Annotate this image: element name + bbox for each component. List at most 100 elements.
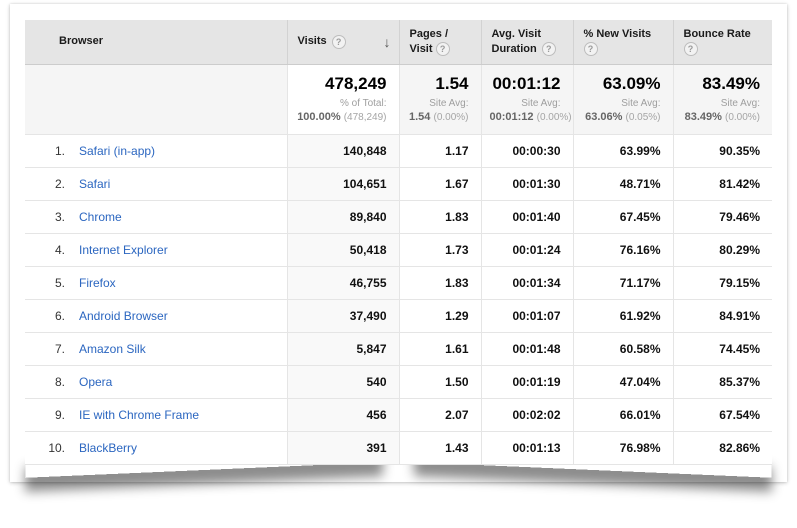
column-header-avg-visit-duration[interactable]: Avg. Visit Duration ?	[481, 20, 573, 64]
browser-link[interactable]: BlackBerry	[79, 441, 137, 455]
pages-per-visit-value: 1.61	[399, 332, 481, 365]
summary-label: Site Avg:	[682, 97, 761, 110]
summary-pages-cell: 1.54 Site Avg: 1.54 (0.00%)	[399, 64, 481, 134]
browser-link[interactable]: Safari	[79, 177, 110, 191]
visits-value: 456	[287, 398, 399, 431]
total-visits: 478,249	[296, 74, 387, 94]
browser-link[interactable]: Chrome	[79, 210, 122, 224]
browser-cell: 2. Safari	[25, 167, 287, 200]
row-rank: 6.	[37, 309, 65, 323]
table-header: Browser Visits ? ↓ Pages / Visit ? Avg. …	[25, 20, 772, 64]
bounce-rate: 83.49%	[682, 74, 761, 94]
row-rank: 8.	[37, 375, 65, 389]
avg-pages-per-visit: 1.54	[408, 74, 469, 94]
pct-new-visits-value: 61.92%	[573, 299, 673, 332]
pct-new-visits: 63.09%	[582, 74, 661, 94]
browser-cell: 1. Safari (in-app)	[25, 134, 287, 167]
row-rank: 2.	[37, 177, 65, 191]
avg-visit-duration-value: 00:02:02	[481, 398, 573, 431]
help-icon[interactable]: ?	[332, 35, 346, 49]
row-rank: 3.	[37, 210, 65, 224]
browser-link[interactable]: Amazon Silk	[79, 342, 146, 356]
pct-new-visits-value: 63.99%	[573, 134, 673, 167]
browser-cell: 7. Amazon Silk	[25, 332, 287, 365]
pct-new-visits-value: 66.01%	[573, 398, 673, 431]
bounce-rate-value: 74.45%	[673, 332, 772, 365]
table-row: 6.Android Browser 37,490 1.29 00:01:07 6…	[25, 299, 772, 332]
bounce-rate-value: 85.37%	[673, 365, 772, 398]
summary-label: Site Avg:	[490, 97, 561, 110]
pages-per-visit-value: 1.83	[399, 266, 481, 299]
visits-value: 391	[287, 431, 399, 464]
help-icon[interactable]: ?	[542, 42, 556, 56]
summary-sub-value: 100.00%	[297, 111, 340, 123]
avg-visit-duration-value: 00:01:34	[481, 266, 573, 299]
table-row: 3.Chrome 89,840 1.83 00:01:40 67.45% 79.…	[25, 200, 772, 233]
browser-cell: 10. BlackBerry	[25, 431, 287, 464]
pct-new-visits-value: 60.58%	[573, 332, 673, 365]
avg-visit-duration-value: 00:01:48	[481, 332, 573, 365]
avg-visit-duration-value: 00:01:24	[481, 233, 573, 266]
help-icon[interactable]: ?	[684, 42, 698, 56]
browser-link[interactable]: Opera	[79, 375, 112, 389]
help-icon[interactable]: ?	[584, 42, 598, 56]
bounce-rate-value: 90.35%	[673, 134, 772, 167]
column-header-pct-new-visits[interactable]: % New Visits ?	[573, 20, 673, 64]
pages-per-visit-value: 1.50	[399, 365, 481, 398]
column-header-bounce-rate[interactable]: Bounce Rate ?	[673, 20, 772, 64]
bounce-rate-value: 81.42%	[673, 167, 772, 200]
row-rank: 7.	[37, 342, 65, 356]
row-rank: 1.	[37, 144, 65, 158]
summary-sub-paren: (478,249)	[344, 112, 387, 123]
column-label: Visits	[298, 34, 327, 49]
row-rank: 4.	[37, 243, 65, 257]
browser-link[interactable]: Android Browser	[79, 309, 168, 323]
browser-stats-table: Browser Visits ? ↓ Pages / Visit ? Avg. …	[25, 20, 772, 465]
column-label: % New Visits	[584, 28, 652, 40]
browser-link[interactable]: Safari (in-app)	[79, 144, 155, 158]
summary-sub-value: 00:01:12	[490, 111, 534, 123]
summary-bounce-cell: 83.49% Site Avg: 83.49% (0.00%)	[673, 64, 772, 134]
column-label: Avg. Visit Duration	[492, 28, 542, 55]
bounce-rate-value: 67.54%	[673, 398, 772, 431]
table-row: 8.Opera 540 1.50 00:01:19 47.04% 85.37%	[25, 365, 772, 398]
table-row: 9.IE with Chrome Frame 456 2.07 00:02:02…	[25, 398, 772, 431]
summary-sub-paren: (0.00%)	[725, 112, 760, 123]
avg-visit-duration-value: 00:01:40	[481, 200, 573, 233]
summary-label: Site Avg:	[582, 97, 661, 110]
column-header-browser[interactable]: Browser	[25, 20, 287, 64]
summary-browser-cell	[25, 64, 287, 134]
pages-per-visit-value: 1.43	[399, 431, 481, 464]
avg-visit-duration-value: 00:00:30	[481, 134, 573, 167]
summary-new-visits-cell: 63.09% Site Avg: 63.06% (0.05%)	[573, 64, 673, 134]
visits-value: 50,418	[287, 233, 399, 266]
pages-per-visit-value: 1.67	[399, 167, 481, 200]
summary-visits-cell: 478,249 % of Total: 100.00% (478,249)	[287, 64, 399, 134]
summary-sub-paren: (0.00%)	[537, 112, 572, 123]
browser-link[interactable]: Internet Explorer	[79, 243, 168, 257]
visits-value: 540	[287, 365, 399, 398]
visits-value: 104,651	[287, 167, 399, 200]
bounce-rate-value: 79.46%	[673, 200, 772, 233]
column-label: Browser	[59, 35, 103, 47]
sort-descending-icon: ↓	[384, 35, 391, 49]
row-rank: 9.	[37, 408, 65, 422]
row-rank: 5.	[37, 276, 65, 290]
bounce-rate-value: 79.15%	[673, 266, 772, 299]
row-rank: 10.	[37, 441, 65, 455]
summary-label: Site Avg:	[408, 97, 469, 110]
column-header-visits[interactable]: Visits ? ↓	[287, 20, 399, 64]
pct-new-visits-value: 76.16%	[573, 233, 673, 266]
visits-value: 5,847	[287, 332, 399, 365]
summary-row: 478,249 % of Total: 100.00% (478,249) 1.…	[25, 64, 772, 134]
browser-link[interactable]: Firefox	[79, 276, 116, 290]
help-icon[interactable]: ?	[436, 42, 450, 56]
column-label: Bounce Rate	[684, 28, 751, 40]
summary-sub-paren: (0.00%)	[433, 112, 468, 123]
summary-label: % of Total:	[296, 97, 387, 110]
column-header-pages-per-visit[interactable]: Pages / Visit ?	[399, 20, 481, 64]
table-row: 5.Firefox 46,755 1.83 00:01:34 71.17% 79…	[25, 266, 772, 299]
browser-link[interactable]: IE with Chrome Frame	[79, 408, 199, 422]
pages-per-visit-value: 1.83	[399, 200, 481, 233]
bounce-rate-value: 80.29%	[673, 233, 772, 266]
